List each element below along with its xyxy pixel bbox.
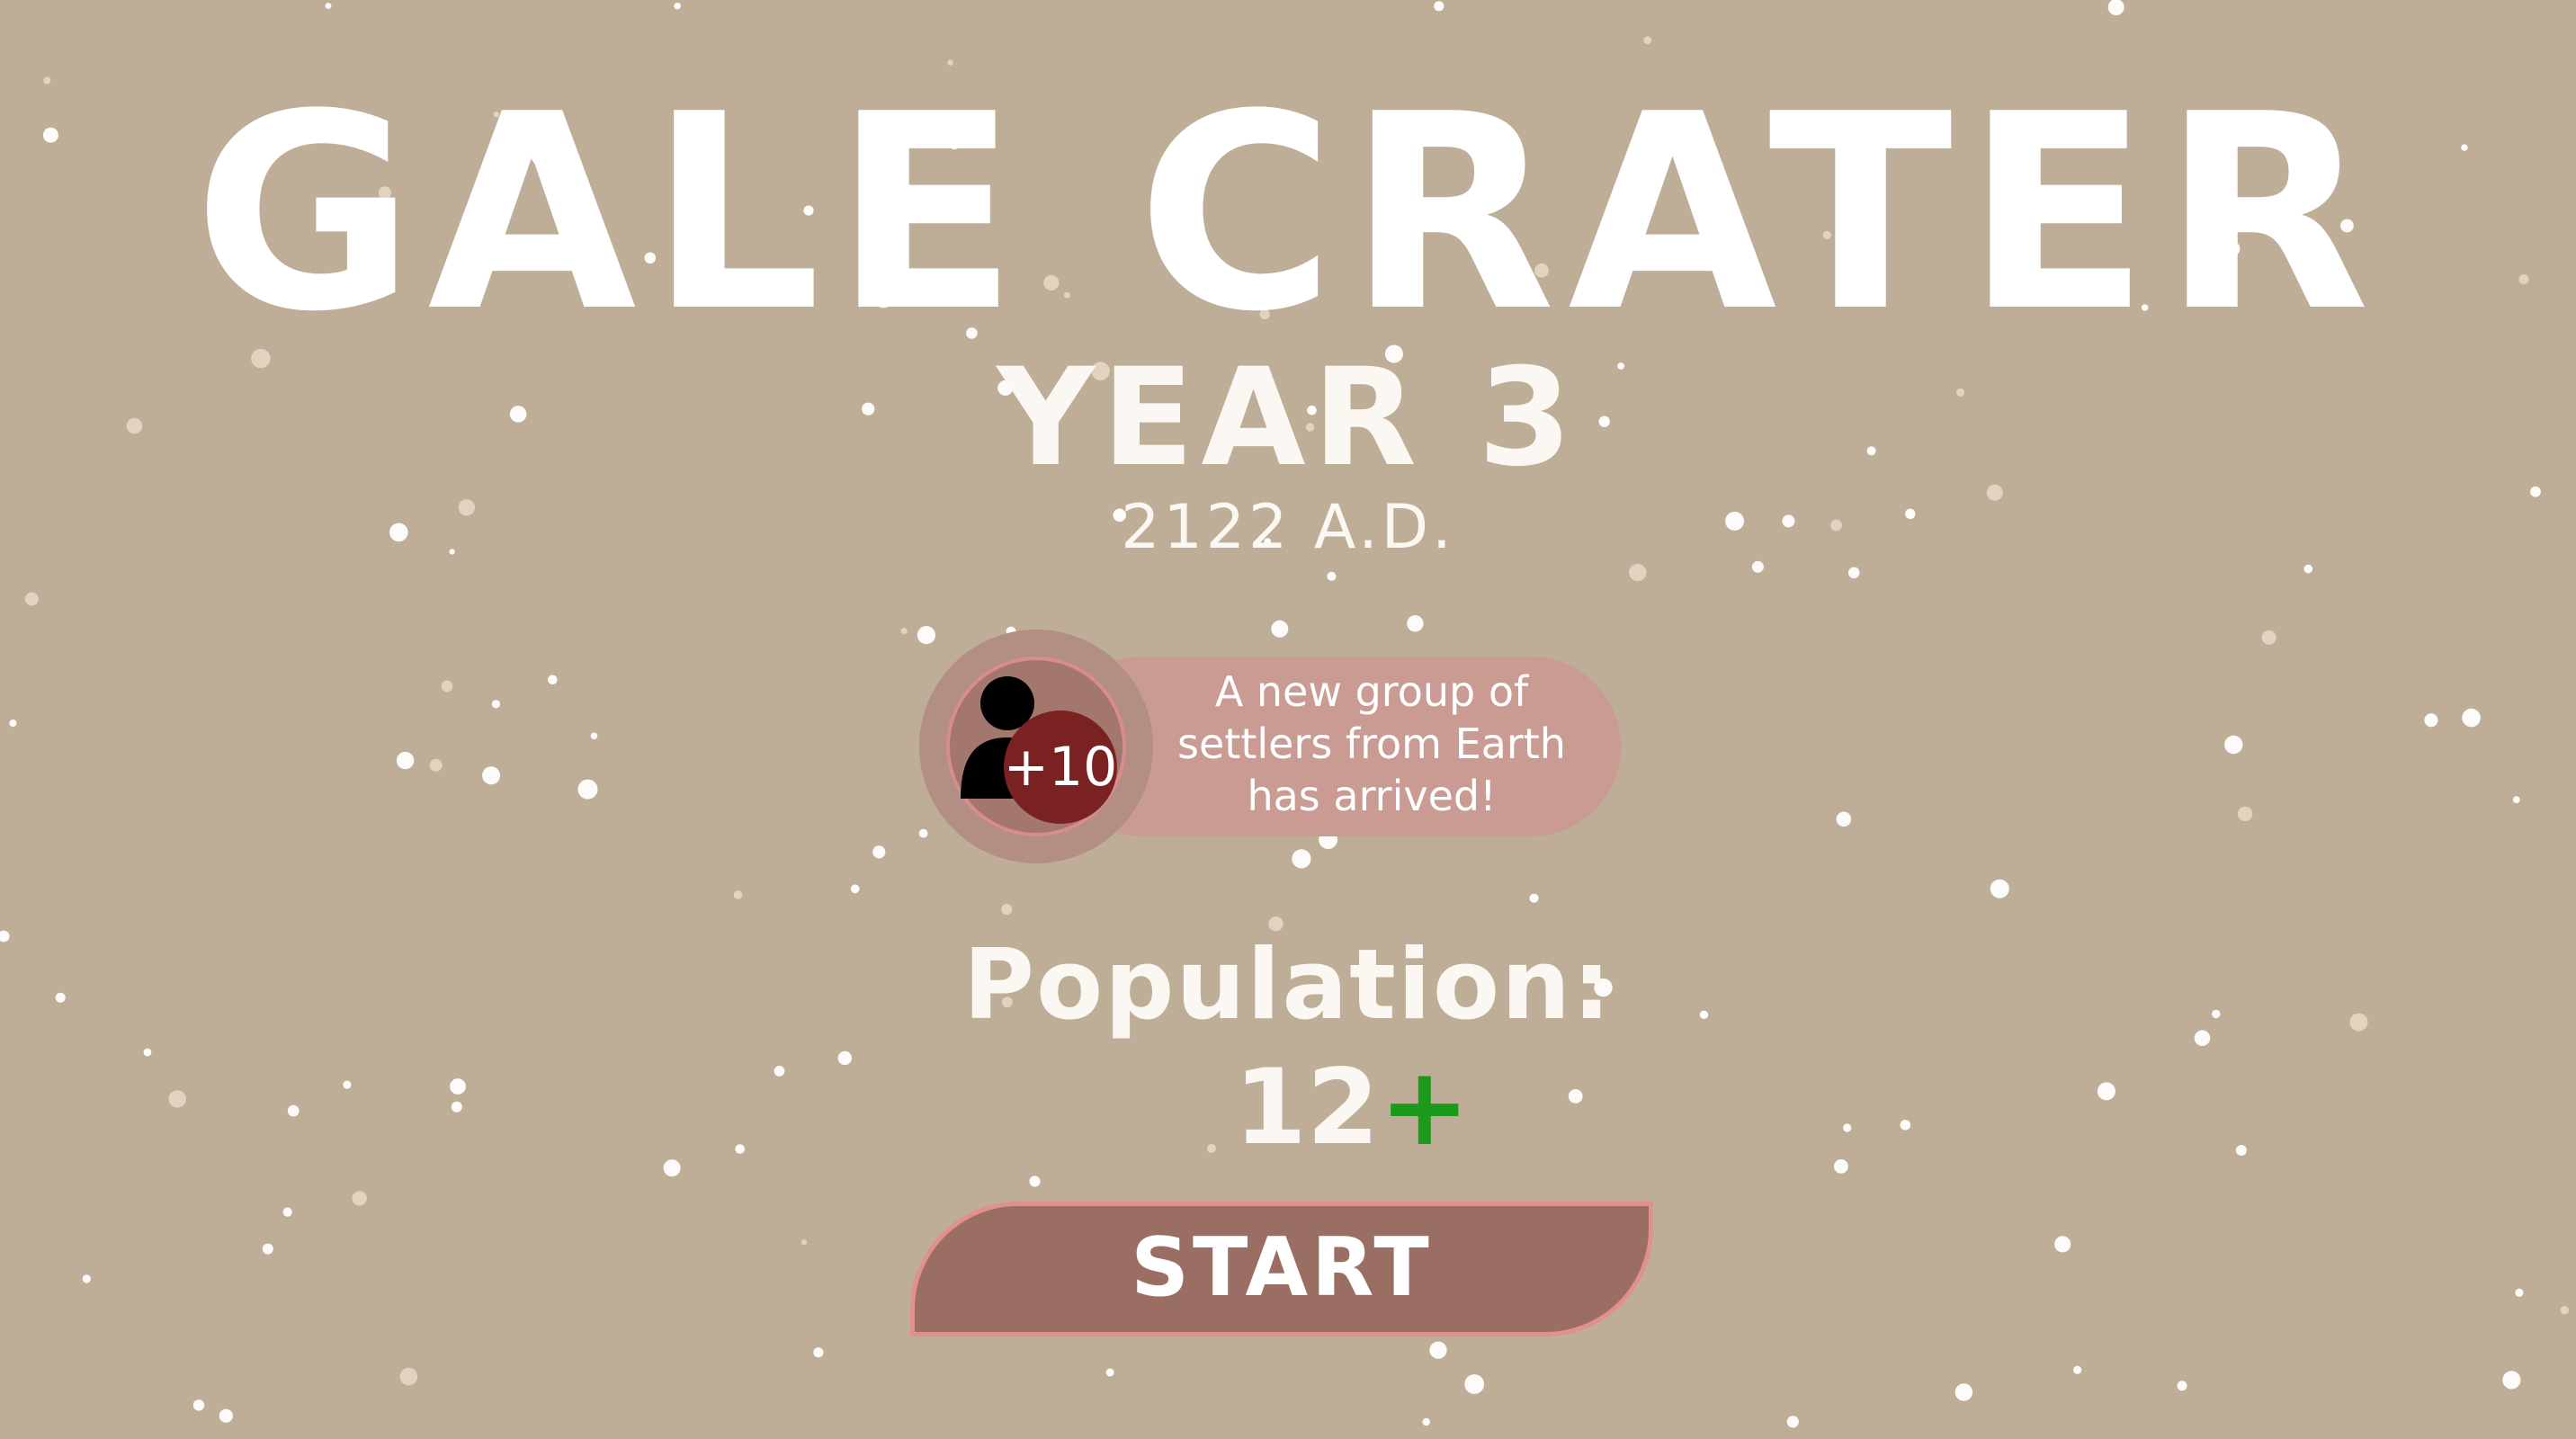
star bbox=[1422, 1417, 1430, 1426]
star bbox=[24, 592, 39, 606]
star bbox=[2560, 1306, 2569, 1315]
star bbox=[2224, 735, 2243, 755]
population-increase-plus-icon: + bbox=[1379, 1045, 1470, 1170]
star bbox=[1206, 1144, 1216, 1153]
star bbox=[1327, 571, 1337, 581]
star bbox=[2073, 1365, 2082, 1374]
star bbox=[399, 1367, 418, 1386]
star bbox=[2303, 564, 2313, 574]
star bbox=[1834, 1159, 1848, 1174]
star bbox=[900, 628, 908, 635]
star bbox=[872, 845, 886, 859]
star bbox=[2237, 806, 2253, 822]
star bbox=[1271, 620, 1289, 638]
date-label: 2122 A.D. bbox=[1121, 492, 1455, 563]
star bbox=[1990, 879, 2009, 898]
star bbox=[143, 1048, 152, 1057]
star bbox=[577, 779, 598, 800]
star bbox=[396, 751, 415, 770]
star bbox=[774, 1066, 785, 1077]
star bbox=[262, 1243, 273, 1255]
star bbox=[2054, 1236, 2071, 1253]
star bbox=[2462, 708, 2481, 728]
star bbox=[2235, 1145, 2247, 1156]
star bbox=[325, 3, 332, 9]
star bbox=[450, 1078, 466, 1095]
star bbox=[1847, 567, 1860, 579]
star bbox=[2424, 713, 2438, 728]
star bbox=[451, 1101, 462, 1113]
star bbox=[1292, 849, 1311, 869]
star bbox=[429, 758, 443, 772]
star bbox=[352, 1191, 367, 1206]
star bbox=[1029, 1175, 1041, 1187]
star bbox=[168, 1090, 186, 1108]
star bbox=[343, 1080, 352, 1089]
star bbox=[733, 890, 743, 899]
star bbox=[2515, 1288, 2524, 1297]
year-heading: YEAR 3 bbox=[997, 340, 1579, 496]
star bbox=[1568, 1089, 1583, 1104]
star bbox=[491, 700, 501, 709]
star bbox=[441, 680, 453, 693]
star bbox=[1407, 615, 1424, 632]
star bbox=[9, 720, 17, 728]
star bbox=[2502, 1371, 2521, 1390]
star bbox=[482, 766, 501, 785]
population-row: 12 + bbox=[1234, 1054, 1470, 1162]
star bbox=[2530, 486, 2541, 497]
star bbox=[548, 675, 558, 685]
star bbox=[1843, 1123, 1852, 1132]
star bbox=[1643, 36, 1652, 45]
star bbox=[850, 884, 860, 894]
game-title: GALE CRATER bbox=[193, 57, 2383, 371]
settlers-count-badge-label: +10 bbox=[1003, 736, 1118, 799]
star bbox=[1836, 811, 1852, 827]
star bbox=[1786, 1416, 1799, 1428]
star bbox=[801, 1239, 807, 1246]
star bbox=[192, 1399, 205, 1411]
star bbox=[2261, 630, 2276, 645]
star bbox=[1529, 893, 1539, 903]
star bbox=[735, 1144, 745, 1154]
star bbox=[663, 1159, 681, 1177]
star bbox=[1434, 1, 1445, 12]
star bbox=[837, 1050, 852, 1066]
star bbox=[282, 1207, 292, 1217]
star bbox=[1954, 1383, 1973, 1401]
star bbox=[674, 2, 681, 10]
star bbox=[1464, 1374, 1485, 1394]
star bbox=[287, 1104, 300, 1117]
star bbox=[1900, 1120, 1911, 1131]
start-button-label[interactable]: START bbox=[910, 1223, 1653, 1313]
star bbox=[917, 626, 935, 645]
star bbox=[1001, 904, 1013, 916]
star bbox=[82, 1274, 92, 1283]
star bbox=[590, 732, 598, 740]
population-label: Population: bbox=[962, 929, 1614, 1041]
star bbox=[2512, 796, 2520, 804]
population-value: 12 bbox=[1234, 1047, 1380, 1168]
star bbox=[1105, 1368, 1114, 1377]
star bbox=[1629, 563, 1647, 582]
star bbox=[219, 1408, 233, 1423]
star bbox=[2097, 1082, 2115, 1101]
star bbox=[1429, 1341, 1447, 1359]
star bbox=[2107, 0, 2124, 15]
notification-message: A new group of settlers from Earth has a… bbox=[1177, 667, 1566, 820]
star bbox=[813, 1347, 824, 1358]
star bbox=[1751, 560, 1764, 573]
star bbox=[918, 828, 928, 838]
star bbox=[2177, 1381, 2187, 1391]
